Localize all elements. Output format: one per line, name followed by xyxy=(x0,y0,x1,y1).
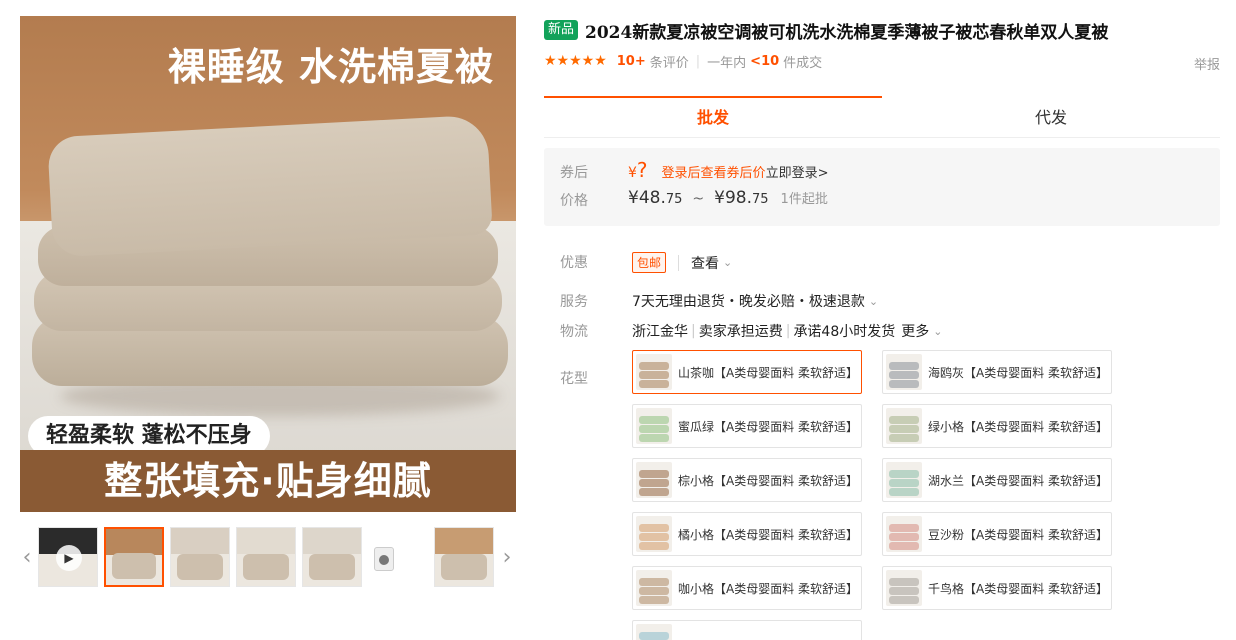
pattern-label: 花型 xyxy=(560,371,588,387)
rating-row: ★★★★★ 10+ 条评价 | 一年内 <10 件成交 举报 xyxy=(544,52,1220,73)
pattern-option-label: 海鸥灰【A类母婴面料 柔软舒适】 xyxy=(928,365,1109,380)
promo-view-button[interactable]: 查看 xyxy=(691,253,719,273)
login-link[interactable]: 立即登录> xyxy=(766,162,829,181)
divider xyxy=(678,254,680,271)
logistics-ship: 承诺48小时发货 xyxy=(793,324,896,340)
free-shipping-pill: 包邮 xyxy=(632,252,667,273)
price-low-dec: 75 xyxy=(665,192,683,207)
thumbnail-image-4[interactable] xyxy=(302,527,362,587)
pattern-option-label: 湖水兰【A类母婴面料 柔软舒适】 xyxy=(928,473,1109,488)
login-tip[interactable]: 登录后查看券后价 xyxy=(662,162,766,181)
pattern-option[interactable]: 绿小格【A类母婴面料 柔软舒适】 xyxy=(882,404,1112,448)
pattern-option[interactable]: 山茶咖【A类母婴面料 柔软舒适】 xyxy=(632,350,862,394)
play-icon: ▶ xyxy=(56,545,82,571)
review-label[interactable]: 条评价 xyxy=(650,52,689,71)
pattern-option[interactable] xyxy=(632,620,862,640)
pattern-option[interactable]: 湖水兰【A类母婴面料 柔软舒适】 xyxy=(882,458,1112,502)
coupon-yen: ¥ xyxy=(628,165,637,181)
sold-suffix: 件成交 xyxy=(783,55,823,71)
chevron-down-icon[interactable]: ⌄ xyxy=(933,325,942,338)
price-box: 券后 ¥ ? 登录后查看券后价 立即登录> 价格 ¥48. 75 ~ ¥98. 75… xyxy=(544,148,1220,226)
pattern-thumbnail xyxy=(886,408,922,444)
pattern-option-label: 千鸟格【A类母婴面料 柔软舒适】 xyxy=(928,581,1109,596)
logistics-label: 物流 xyxy=(560,324,588,340)
min-order-qty: 1件起批 xyxy=(780,192,828,207)
pattern-thumbnail xyxy=(886,516,922,552)
price-low-int: ¥48. xyxy=(628,188,666,208)
pattern-option[interactable]: 海鸥灰【A类母婴面料 柔软舒适】 xyxy=(882,350,1112,394)
promo-label: 优惠 xyxy=(560,255,588,271)
product-gallery: 裸睡级 水洗棉夏被 轻盈柔软 蓬松不压身 整张填充·贴身细腻 ‹ ▶ › xyxy=(20,16,516,589)
pattern-thumbnail xyxy=(636,516,672,552)
coupon-value: ? xyxy=(636,158,648,182)
image-bottom-banner: 整张填充·贴身细腻 xyxy=(20,450,516,512)
thumb-next-arrow-icon[interactable]: › xyxy=(500,545,514,571)
pattern-thumbnail xyxy=(636,462,672,498)
chevron-down-icon[interactable]: ⌄ xyxy=(723,256,732,269)
product-info: 新品 2024新款夏凉被空调被可机洗水洗棉夏季薄被子被芯春秋单双人夏被 ★★★★… xyxy=(544,18,1220,640)
pattern-option[interactable]: 豆沙粉【A类母婴面料 柔软舒适】 xyxy=(882,512,1112,556)
price-label: 价格 xyxy=(560,193,588,209)
thumb-prev-arrow-icon[interactable]: ‹ xyxy=(20,545,34,571)
sold-count: <10 xyxy=(750,53,780,69)
pattern-thumbnail xyxy=(886,462,922,498)
service-value[interactable]: 7天无理由退货・晚发必赔・极速退款 xyxy=(632,291,865,311)
chevron-down-icon[interactable]: ⌄ xyxy=(869,295,878,308)
tab-wholesale[interactable]: 批发 xyxy=(544,96,882,137)
product-title: 2024新款夏凉被空调被可机洗水洗棉夏季薄被子被芯春秋单双人夏被 xyxy=(585,22,1109,43)
pattern-option-label: 山茶咖【A类母婴面料 柔软舒适】 xyxy=(678,365,859,380)
pattern-option-label: 棕小格【A类母婴面料 柔软舒适】 xyxy=(678,473,859,488)
review-count[interactable]: 10+ xyxy=(617,54,646,69)
pattern-thumbnail xyxy=(636,354,672,390)
pattern-option-label: 蜜瓜绿【A类母婴面料 柔软舒适】 xyxy=(678,419,859,434)
pattern-option[interactable]: 千鸟格【A类母婴面料 柔软舒适】 xyxy=(882,566,1112,610)
pattern-thumbnail xyxy=(636,624,672,640)
price-range: ¥48. 75 ~ ¥98. 75 1件起批 xyxy=(628,188,828,208)
sold-prefix: 一年内 xyxy=(707,55,747,71)
price-tilde: ~ xyxy=(692,191,705,207)
coupon-price: ¥ ? 登录后查看券后价 立即登录> xyxy=(628,158,828,182)
pattern-thumbnail xyxy=(886,354,922,390)
pattern-option[interactable]: 咖小格【A类母婴面料 柔软舒适】 xyxy=(632,566,862,610)
thumbnail-image-2[interactable] xyxy=(170,527,230,587)
title-row: 新品 2024新款夏凉被空调被可机洗水洗棉夏季薄被子被芯春秋单双人夏被 xyxy=(544,18,1220,43)
new-badge: 新品 xyxy=(544,20,579,40)
pattern-thumbnail xyxy=(636,408,672,444)
logistics-origin: 浙江金华 xyxy=(632,324,688,340)
pattern-option-label: 橘小格【A类母婴面料 柔软舒适】 xyxy=(678,527,859,542)
logistics-fee: 卖家承担运费 xyxy=(698,324,783,340)
thumbnail-image-1[interactable] xyxy=(104,527,164,587)
purchase-mode-tabs: 批发 代发 xyxy=(544,96,1220,138)
coupon-price-label: 券后 xyxy=(560,165,588,181)
logistics-more-button[interactable]: 更多 xyxy=(901,321,929,341)
thumbnail-image-5[interactable] xyxy=(434,527,494,587)
report-link[interactable]: 举报 xyxy=(1194,54,1220,73)
pattern-option-label: 咖小格【A类母婴面料 柔软舒适】 xyxy=(678,581,859,596)
tab-dropship[interactable]: 代发 xyxy=(882,96,1220,137)
rating-stars-icon: ★★★★★ xyxy=(544,53,607,69)
washing-machine-icon[interactable] xyxy=(374,547,394,571)
pattern-thumbnail xyxy=(636,570,672,606)
pattern-option-label: 绿小格【A类母婴面料 柔软舒适】 xyxy=(928,419,1109,434)
pattern-option[interactable]: 橘小格【A类母婴面料 柔软舒适】 xyxy=(632,512,862,556)
price-high-int: ¥98. xyxy=(714,188,752,208)
quilt-illustration xyxy=(47,114,493,258)
pattern-option[interactable]: 棕小格【A类母婴面料 柔软舒适】 xyxy=(632,458,862,502)
main-product-image[interactable]: 裸睡级 水洗棉夏被 轻盈柔软 蓬松不压身 整张填充·贴身细腻 xyxy=(20,16,516,512)
thumbnail-image-3[interactable] xyxy=(236,527,296,587)
thumbnail-video[interactable]: ▶ xyxy=(38,527,98,587)
pattern-option[interactable]: 蜜瓜绿【A类母婴面料 柔软舒适】 xyxy=(632,404,862,448)
price-high-dec: 75 xyxy=(752,192,769,207)
service-label: 服务 xyxy=(560,294,588,310)
image-headline: 裸睡级 水洗棉夏被 xyxy=(167,45,494,89)
pattern-option-label: 豆沙粉【A类母婴面料 柔软舒适】 xyxy=(928,527,1109,542)
thumbnail-strip: ‹ ▶ › xyxy=(20,527,516,589)
pattern-thumbnail xyxy=(886,570,922,606)
divider: | xyxy=(695,53,701,69)
